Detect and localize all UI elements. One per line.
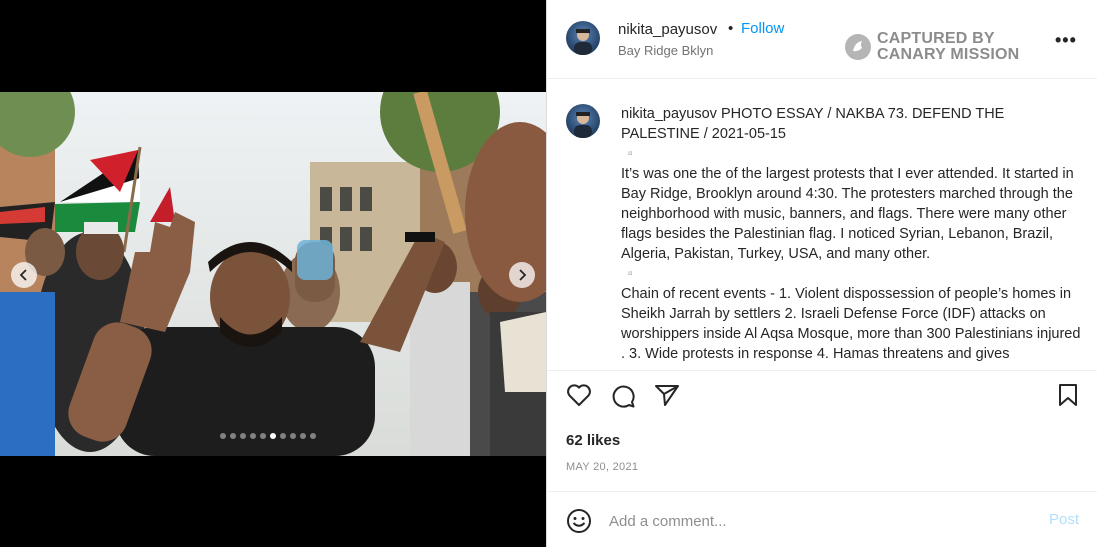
carousel-dot xyxy=(310,433,316,439)
caption-section: nikita_payusov PHOTO ESSAY / NAKBA 73. D… xyxy=(547,80,1097,371)
caption-text: nikita_payusov PHOTO ESSAY / NAKBA 73. D… xyxy=(621,104,1083,364)
carousel-dot xyxy=(280,433,286,439)
canary-logo-icon xyxy=(845,34,871,60)
likes-count[interactable]: 62 likes xyxy=(566,432,620,449)
chevron-left-icon xyxy=(19,269,27,281)
carousel-dot xyxy=(300,433,306,439)
post-photo xyxy=(0,92,546,456)
bookmark-icon xyxy=(1059,384,1077,406)
share-button[interactable] xyxy=(654,383,680,412)
caption-line: Chain of recent events - 1. Violent disp… xyxy=(621,286,1081,362)
post-date[interactable]: MAY 20, 2021 xyxy=(566,461,638,473)
caption-line: It’s was one the of the largest protests… xyxy=(621,166,1074,262)
carousel-dot xyxy=(250,433,256,439)
carousel-dot xyxy=(290,433,296,439)
post-media xyxy=(0,0,546,547)
carousel-dot xyxy=(270,433,276,439)
caption-line: ▫️ xyxy=(621,146,640,162)
save-button[interactable] xyxy=(1057,383,1079,412)
post-location[interactable]: Bay Ridge Bklyn xyxy=(618,43,713,58)
heart-icon xyxy=(567,384,591,406)
follow-button[interactable]: Follow xyxy=(741,20,784,37)
carousel-next-button[interactable] xyxy=(509,262,535,288)
chevron-right-icon xyxy=(519,269,527,281)
post-header: nikita_payusov • Follow Bay Ridge Bklyn … xyxy=(547,0,1097,79)
like-button[interactable] xyxy=(566,383,592,412)
carousel-dot xyxy=(260,433,266,439)
comment-bubble-icon xyxy=(612,385,635,408)
carousel-prev-button[interactable] xyxy=(11,262,37,288)
avatar[interactable] xyxy=(566,104,600,138)
watermark-line1: CAPTURED BY xyxy=(877,30,995,47)
smiley-icon xyxy=(567,509,591,533)
carousel-dot xyxy=(240,433,246,439)
action-bar xyxy=(547,383,1097,415)
comment-input[interactable] xyxy=(609,510,1029,532)
watermark-line2: CANARY MISSION xyxy=(877,46,1020,63)
post-comment-button[interactable]: Post xyxy=(1049,511,1079,528)
paper-plane-icon xyxy=(655,385,679,406)
add-comment-bar: Post xyxy=(547,491,1097,547)
author-username[interactable]: nikita_payusov xyxy=(618,21,717,38)
emoji-button[interactable] xyxy=(566,508,592,539)
separator-bullet: • xyxy=(728,20,734,37)
caption-line: ▫️ xyxy=(621,266,640,282)
caption-username[interactable]: nikita_payusov xyxy=(621,106,717,122)
avatar[interactable] xyxy=(566,21,600,55)
carousel-dot xyxy=(230,433,236,439)
more-options-button[interactable]: ••• xyxy=(1055,30,1077,51)
carousel-indicator xyxy=(220,433,316,439)
comment-button[interactable] xyxy=(610,383,636,414)
post-details-panel: nikita_payusov • Follow Bay Ridge Bklyn … xyxy=(546,0,1097,547)
carousel-dot xyxy=(220,433,226,439)
watermark: CAPTURED BY CANARY MISSION xyxy=(845,31,1019,63)
